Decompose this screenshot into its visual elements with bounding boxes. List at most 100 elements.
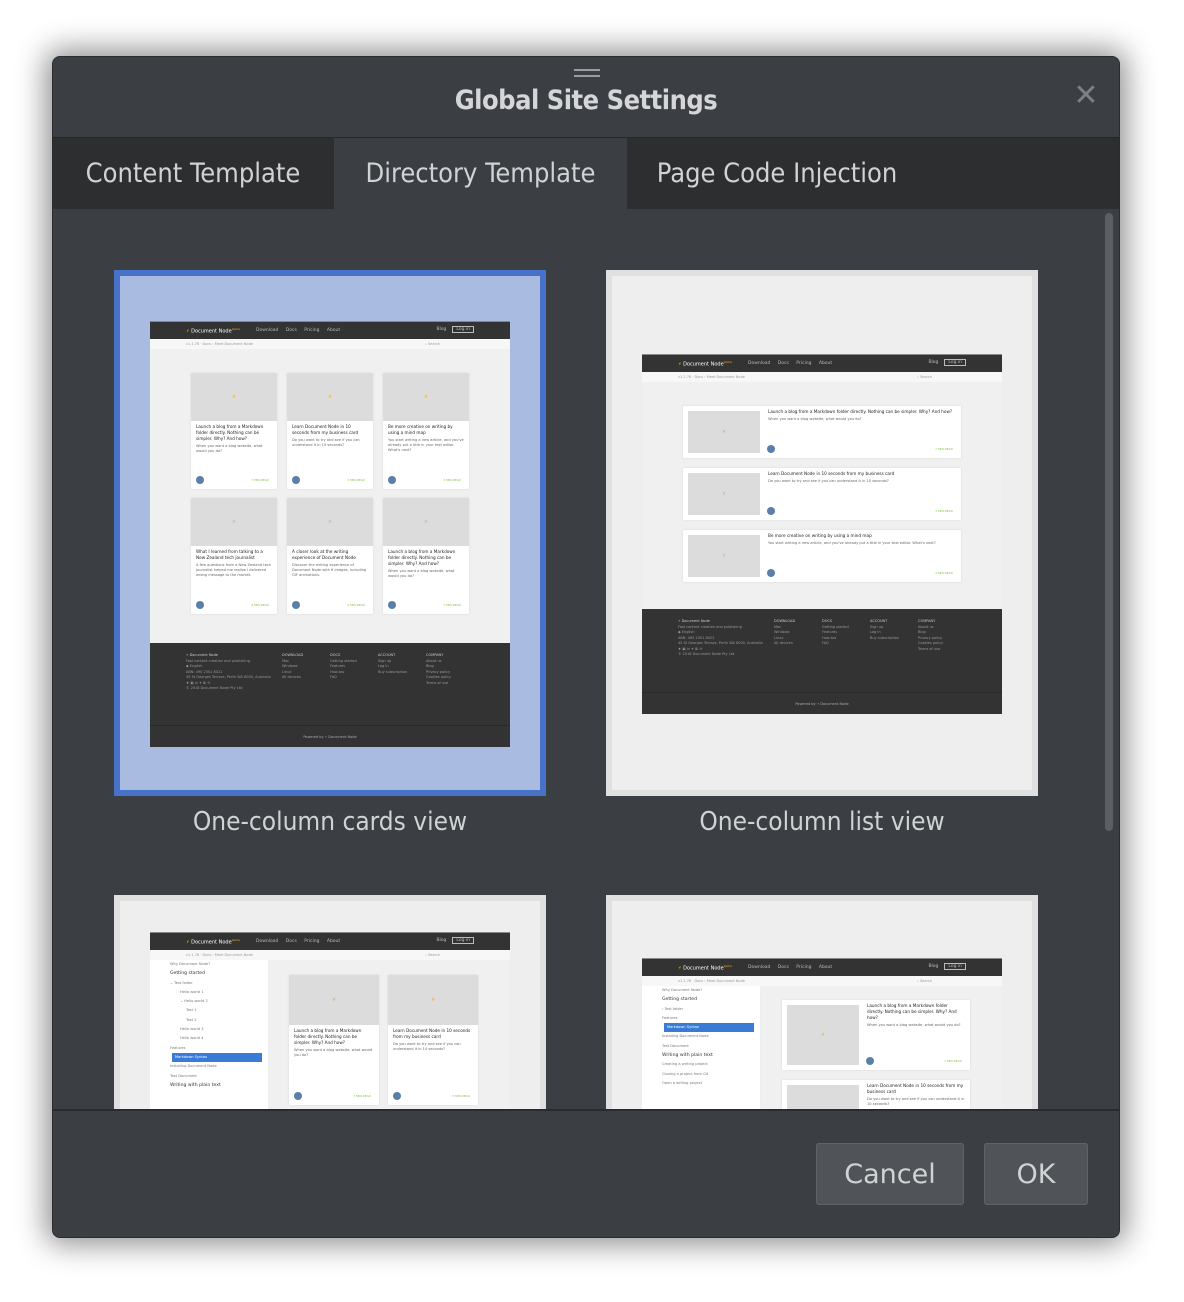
tab-content-template[interactable]: Content Template bbox=[53, 138, 333, 210]
preview-login: Log in bbox=[452, 937, 474, 944]
preview-footer-heading: DOWNLOAD bbox=[282, 653, 304, 657]
preview-article-card: Be more creative on writing by using a m… bbox=[383, 373, 469, 489]
preview-article-desc: Discover the writing experience of Docum… bbox=[292, 563, 367, 577]
preview-article-title: Learn Document Node in 10 seconds from m… bbox=[292, 424, 359, 435]
preview-article-title: Learn Document Node in 10 seconds from m… bbox=[867, 1083, 964, 1094]
preview-sidebar: Why Document Node? Getting started › Test … bbox=[642, 986, 761, 1109]
preview-sidebar-item: Hello world 4 bbox=[180, 1036, 204, 1041]
preview-sidebar-item: Features bbox=[662, 1015, 678, 1020]
preview-navbar: ⚡ Document Nodealpha Download Docs Pricin… bbox=[642, 958, 1002, 977]
preview-footer: ⚡ Document Node Fast content creation and… bbox=[642, 609, 1002, 714]
avatar bbox=[294, 1092, 302, 1100]
sidebar-list-preview: ⚡ Document Nodealpha Download Docs Pricin… bbox=[642, 958, 1002, 1109]
preview-footer-brand: ⚡ Document Node Fast content creation and… bbox=[186, 653, 271, 692]
cancel-button[interactable]: Cancel bbox=[816, 1143, 964, 1205]
preview-powered-by: Powered by ⚡ Document Node bbox=[642, 692, 1002, 714]
preview-footer-line: © 2018 Document Node Pty Ltd bbox=[678, 652, 735, 656]
preview-footer-link: Buy subscription bbox=[870, 635, 900, 640]
preview-powered-by: Powered by ⚡ Document Node bbox=[150, 725, 510, 747]
preview-article-title: A closer look at the writing experience … bbox=[292, 549, 356, 560]
preview-read-time: 7 MIN READ bbox=[935, 447, 953, 451]
preview-article-desc: Do you want to try and see if you can un… bbox=[768, 479, 889, 483]
preview-thumbnail bbox=[688, 473, 760, 515]
preview-article-card: Be more creative on writing by using a m… bbox=[683, 530, 961, 582]
preview-sidebar-item: Why Document Node? bbox=[662, 988, 703, 992]
dialog-titlebar[interactable]: Global Site Settings ✕ bbox=[53, 57, 1119, 137]
preview-thumbnail bbox=[191, 373, 277, 421]
preview-article-desc: When you want a blog website, what would… bbox=[388, 569, 455, 578]
avatar bbox=[767, 507, 775, 515]
close-icon[interactable]: ✕ bbox=[1071, 81, 1101, 111]
preview-read-time: 7 MIN READ bbox=[251, 478, 269, 482]
tab-bar: Content Template Directory Template Page… bbox=[53, 137, 1119, 210]
preview-article-title: Launch a blog from a Markdown folder dir… bbox=[768, 409, 953, 414]
drag-handle-icon[interactable] bbox=[574, 69, 600, 78]
preview-footer-link: Cookies policy bbox=[918, 641, 944, 645]
preview-sidebar-item: Writing with plain text bbox=[662, 1053, 713, 1059]
preview-article-card: Learn Document Node in 10 seconds from m… bbox=[683, 468, 961, 520]
preview-thumbnail bbox=[388, 975, 478, 1025]
preview-article-card: A closer look at the writing experience … bbox=[287, 498, 373, 614]
preview-breadcrumb: v1.1.76 · Docs › Meet Document Node ⌕ Sea… bbox=[150, 950, 510, 960]
dialog-footer: Cancel OK bbox=[53, 1109, 1119, 1237]
preview-logo: ⚡ Document Nodealpha bbox=[678, 964, 732, 972]
preview-breadcrumb-text: v1.1.76 · Docs › Meet Document Node bbox=[186, 953, 253, 957]
preview-footer-link: All devices bbox=[774, 641, 793, 645]
preview-sidebar-item: Why Document Node? bbox=[170, 962, 211, 966]
preview-sidebar-item: Markdown Syntax bbox=[172, 1052, 262, 1063]
preview-article-card: Launch a blog from a Markdown folder dir… bbox=[191, 373, 277, 489]
preview-navbar: ⚡ Document Nodealpha Download Docs Pricin… bbox=[642, 354, 1002, 373]
preview-sidebar-item: Features bbox=[170, 1045, 186, 1050]
template-option-cards[interactable]: ⚡ Document Nodealpha Download Docs Pricin… bbox=[114, 270, 546, 796]
preview-sidebar-item: Cloning a project from Git bbox=[662, 1071, 709, 1076]
preview-article-desc: Do you want to try and see if you can un… bbox=[292, 438, 360, 447]
ok-button[interactable]: OK bbox=[984, 1143, 1088, 1205]
avatar bbox=[866, 1057, 874, 1065]
preview-article-card: Learn Document Node in 10 seconds from m… bbox=[287, 373, 373, 489]
template-option-sidebar-list[interactable]: ⚡ Document Nodealpha Download Docs Pricin… bbox=[606, 895, 1038, 1109]
preview-footer-column: DOWNLOAD Mac Windows Linux All devices bbox=[774, 619, 795, 647]
preview-logo: ⚡ Document Nodealpha bbox=[186, 327, 240, 335]
preview-article-card: What I learned from talking to a New Zea… bbox=[191, 498, 277, 614]
preview-logo: ⚡ Document Nodealpha bbox=[186, 938, 240, 946]
avatar bbox=[767, 569, 775, 577]
template-option-list[interactable]: ⚡ Document Nodealpha Download Docs Pricin… bbox=[606, 270, 1038, 796]
preview-sidebar-item: Test Document bbox=[662, 1043, 689, 1048]
preview-thumbnail bbox=[383, 498, 469, 546]
avatar bbox=[767, 445, 775, 453]
preview-article-title: Launch a blog from a Markdown folder dir… bbox=[294, 1028, 362, 1045]
avatar bbox=[388, 601, 396, 609]
preview-footer-column: COMPANY About us Blog Privacy policy Cookies… bbox=[426, 653, 451, 686]
preview-footer-link: FAQ bbox=[822, 641, 829, 645]
tab-page-code-injection[interactable]: Page Code Injection bbox=[627, 138, 927, 210]
preview-footer-link: Terms of use bbox=[918, 646, 941, 651]
preview-search: ⌕ Search bbox=[916, 979, 932, 983]
brand-badge: alpha bbox=[231, 327, 240, 331]
preview-breadcrumb-text: v1.1.76 · Docs › Meet Document Node bbox=[186, 342, 253, 346]
tab-directory-template[interactable]: Directory Template bbox=[334, 138, 627, 210]
preview-article-title: Launch a blog from a Markdown folder dir… bbox=[388, 549, 456, 566]
preview-footer-link: Buy subscription bbox=[378, 669, 408, 674]
preview-sidebar-item: Hello world 1 bbox=[180, 989, 204, 994]
preview-article-card: Launch a blog from a Markdown folder dir… bbox=[383, 498, 469, 614]
brand-badge: alpha bbox=[723, 360, 732, 364]
avatar bbox=[292, 601, 300, 609]
preview-article-title: Be more creative on writing by using a m… bbox=[388, 424, 453, 435]
preview-thumbnail bbox=[383, 373, 469, 421]
preview-navbar: ⚡ Document Nodealpha Download Docs Pricin… bbox=[150, 932, 510, 951]
preview-read-time: 2 MIN READ bbox=[347, 603, 365, 607]
preview-nav-right: Blog Log in bbox=[928, 963, 966, 970]
preview-article-title: What I learned from talking to a New Zea… bbox=[196, 549, 263, 560]
preview-login: Log in bbox=[944, 359, 966, 366]
preview-read-time: 7 MIN READ bbox=[944, 1059, 962, 1063]
preview-article-desc: Do you want to try and see if you can un… bbox=[867, 1097, 965, 1106]
avatar bbox=[393, 1092, 401, 1100]
preview-nav-right: Blog Log in bbox=[928, 359, 966, 366]
template-gallery: ⚡ Document Nodealpha Download Docs Pricin… bbox=[53, 209, 1119, 1109]
preview-article-desc: When you want a blog website, what would… bbox=[196, 444, 263, 453]
preview-sidebar-item: Installing Document Node bbox=[662, 1034, 709, 1039]
preview-sidebar-item: Creating a writing project bbox=[662, 1062, 708, 1067]
template-option-sidebar-cards[interactable]: ⚡ Document Nodealpha Download Docs Pricin… bbox=[114, 895, 546, 1109]
vertical-scrollbar[interactable] bbox=[1105, 213, 1113, 831]
preview-read-time: 3 MIN READ bbox=[443, 478, 461, 482]
